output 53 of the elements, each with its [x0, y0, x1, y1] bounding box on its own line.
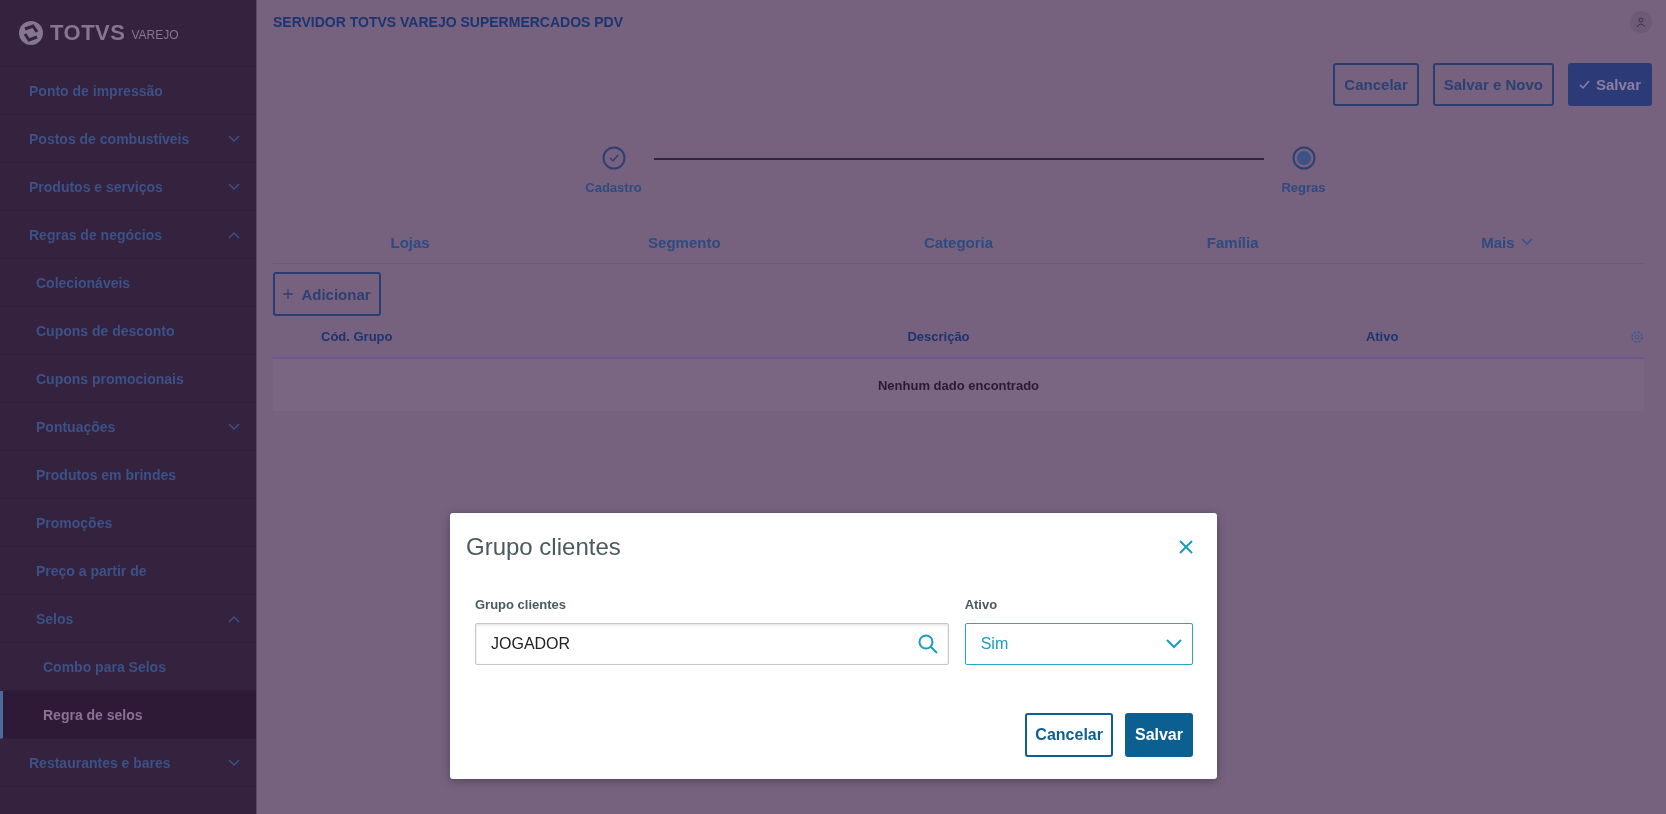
product-name: VAREJO	[131, 28, 179, 42]
sidebar-item[interactable]: Produtos em brindes	[0, 451, 256, 499]
field-label: Ativo	[964, 597, 999, 612]
save-button[interactable]: Salvar	[1124, 713, 1193, 757]
tab[interactable]: Lojas	[273, 227, 548, 257]
logo-icon	[18, 20, 44, 46]
tab[interactable]: Mais	[1369, 227, 1644, 257]
brand-name: TOTVS	[50, 20, 126, 46]
plus-icon	[283, 289, 294, 299]
tab[interactable]: Família	[1095, 227, 1370, 257]
chevron-down-icon	[228, 758, 240, 767]
sidebar-item[interactable]: Produtos e serviços	[0, 163, 256, 211]
chevron-down-icon	[228, 422, 240, 431]
column-header: Cód. Grupo	[320, 329, 394, 344]
chevron-down-icon	[228, 134, 240, 143]
select-field[interactable]: Sim	[964, 623, 1193, 665]
cancel-button[interactable]: Cancelar	[1025, 713, 1113, 757]
search-icon[interactable]	[917, 634, 938, 654]
sidebar-item[interactable]: Regras de negócios	[0, 211, 256, 259]
step-label: Regras	[1281, 180, 1326, 195]
save-button[interactable]: Salvar	[1567, 63, 1652, 106]
add-button[interactable]: Adicionar	[273, 272, 381, 316]
tab[interactable]: Segmento	[547, 227, 822, 257]
sidebar-item[interactable]: Cupons de desconto	[0, 307, 256, 355]
sidebar-item[interactable]: Cupons promocionais	[0, 355, 256, 403]
column-header: Ativo	[1364, 329, 1400, 344]
tab[interactable]: Categoria	[821, 227, 1096, 257]
chevron-up-icon	[228, 230, 240, 239]
action-button[interactable]: Salvar e Novo	[1432, 63, 1554, 106]
modal-title: Grupo clientes	[466, 533, 621, 561]
action-button[interactable]: Cancelar	[1333, 63, 1419, 106]
check-icon	[1578, 80, 1590, 89]
search-field[interactable]: JOGADOR	[475, 623, 949, 665]
sidebar-item[interactable]: Pontuações	[0, 403, 256, 451]
sidebar-item[interactable]: Postos de combustíveis	[0, 115, 256, 163]
sidebar-item[interactable]: Regra de selos	[0, 691, 256, 739]
chevron-up-icon	[228, 614, 240, 623]
sidebar-item[interactable]: Restaurantes e bares	[0, 739, 256, 787]
header-title: SERVIDOR TOTVS VAREJO SUPERMERCADOS PDV	[273, 14, 624, 30]
field-label: Grupo clientes	[475, 597, 568, 612]
chevron-down-icon	[228, 182, 240, 191]
chevron-down-icon	[1520, 238, 1533, 246]
close-button[interactable]	[1179, 540, 1193, 554]
sidebar-item[interactable]: Selos	[0, 595, 256, 643]
sidebar-item[interactable]: Promoções	[0, 499, 256, 547]
sidebar-item[interactable]: Ponto de impressão	[0, 67, 256, 115]
user-avatar[interactable]	[1630, 11, 1652, 33]
sidebar-item[interactable]: Preço a partir de	[0, 547, 256, 595]
step-label: Cadastro	[585, 180, 642, 195]
column-header: Descrição	[906, 329, 971, 344]
sidebar-item[interactable]: Colecionáveis	[0, 259, 256, 307]
empty-message: Nenhum dado encontrado	[877, 377, 1040, 393]
chevron-down-icon	[1166, 639, 1182, 649]
